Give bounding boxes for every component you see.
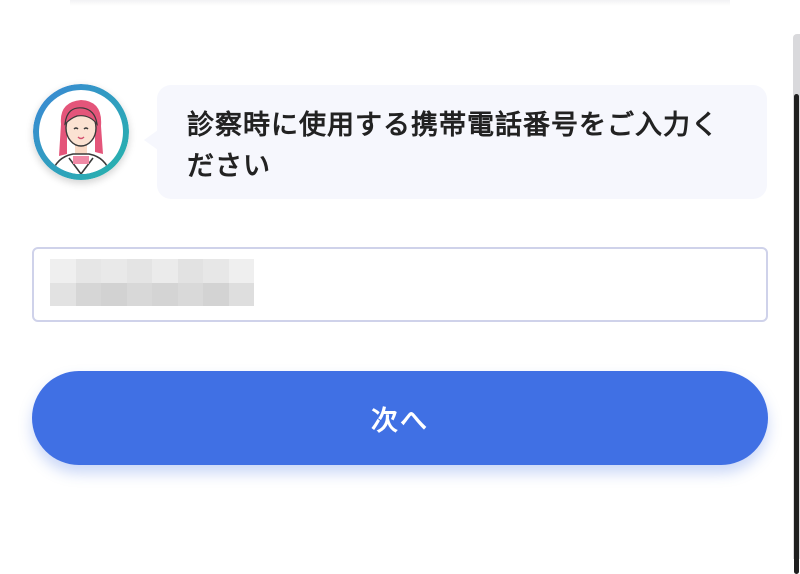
masked-pixel bbox=[203, 259, 229, 283]
nurse-avatar-icon bbox=[33, 84, 129, 180]
masked-pixel bbox=[152, 259, 178, 283]
masked-pixel bbox=[203, 282, 229, 306]
next-button-label: 次へ bbox=[371, 405, 429, 436]
masked-phone-value bbox=[50, 259, 254, 306]
top-card-edge bbox=[70, 0, 730, 6]
masked-pixel bbox=[228, 259, 254, 283]
masked-pixel bbox=[101, 259, 127, 283]
masked-pixel bbox=[228, 282, 254, 306]
masked-pixel bbox=[177, 259, 203, 283]
masked-pixel bbox=[126, 259, 152, 283]
speech-bubble-tail bbox=[144, 130, 158, 150]
prompt-line-2: ださい bbox=[187, 151, 271, 182]
masked-pixel bbox=[152, 282, 178, 306]
masked-pixel bbox=[75, 282, 101, 306]
prompt-text: 診察時に使用する携帯電話番号をご入力く ださい bbox=[187, 105, 737, 187]
masked-pixel bbox=[50, 259, 76, 283]
speech-bubble: 診察時に使用する携帯電話番号をご入力く ださい bbox=[157, 85, 767, 199]
masked-pixel bbox=[75, 259, 101, 283]
masked-pixel bbox=[50, 282, 76, 306]
masked-pixel bbox=[177, 282, 203, 306]
scrollbar-thumb[interactable] bbox=[794, 94, 799, 574]
masked-pixel bbox=[101, 282, 127, 306]
prompt-line-1: 診察時に使用する携帯電話番号をご入力く bbox=[187, 110, 719, 141]
masked-pixel bbox=[126, 282, 152, 306]
phone-number-input[interactable] bbox=[32, 247, 768, 322]
next-button[interactable]: 次へ bbox=[32, 371, 768, 465]
scrollbar-track[interactable] bbox=[793, 34, 800, 574]
